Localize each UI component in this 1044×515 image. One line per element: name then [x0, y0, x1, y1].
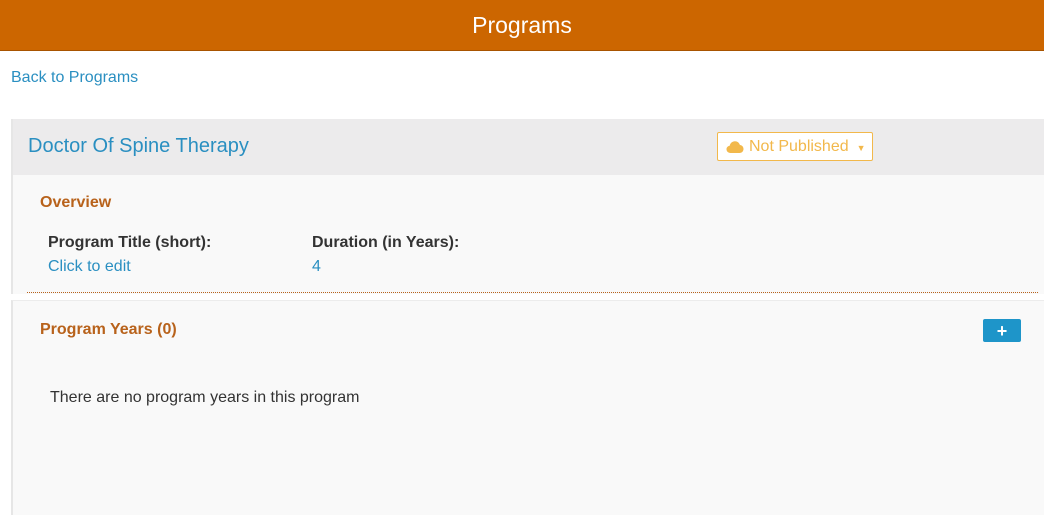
add-program-year-button[interactable]: + — [983, 319, 1021, 342]
empty-state-message: There are no program years in this progr… — [50, 389, 360, 406]
program-title-short-label: Program Title (short): — [48, 234, 212, 251]
back-to-programs-link[interactable]: Back to Programs — [11, 69, 138, 87]
overview-divider — [27, 292, 1038, 293]
duration-value[interactable]: 4 — [312, 258, 321, 276]
top-bar: Programs — [0, 0, 1044, 51]
program-header: Doctor Of Spine Therapy Not Published ▼ — [13, 119, 1044, 175]
publish-status-label: Not Published — [749, 137, 849, 155]
program-title-short-value[interactable]: Click to edit — [48, 258, 131, 276]
program-title[interactable]: Doctor Of Spine Therapy — [28, 135, 249, 158]
program-years-card: Program Years (0) + There are no program… — [11, 300, 1044, 515]
overview-heading: Overview — [40, 194, 112, 211]
duration-label: Duration (in Years): — [312, 234, 460, 251]
page-title: Programs — [472, 11, 572, 38]
cloud-icon — [726, 140, 744, 153]
caret-down-icon: ▼ — [856, 142, 866, 153]
program-years-heading: Program Years (0) — [40, 321, 177, 338]
plus-icon: + — [996, 320, 1008, 341]
program-details-card: Doctor Of Spine Therapy Not Published ▼ … — [11, 119, 1044, 294]
publish-status-dropdown[interactable]: Not Published ▼ — [717, 132, 873, 161]
